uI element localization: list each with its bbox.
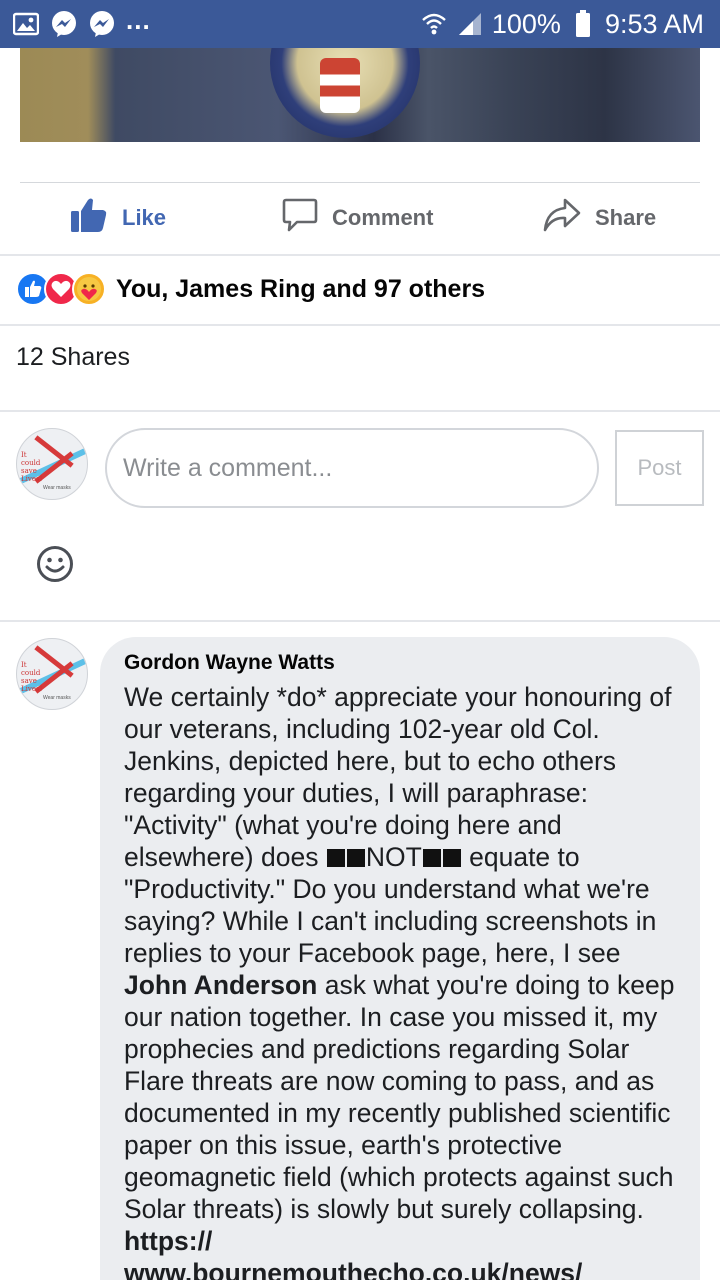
divider xyxy=(0,410,720,412)
avatar[interactable]: It could save Lives! Wear masks xyxy=(16,428,88,500)
comment-button[interactable]: Comment xyxy=(282,197,433,239)
divider xyxy=(0,254,720,256)
share-arrow-icon xyxy=(543,198,581,238)
comment-bubble-icon xyxy=(282,197,318,239)
like-label: Like xyxy=(122,205,167,230)
comment-body: We certainly *do* appreciate your honour… xyxy=(124,681,678,1280)
more-notifications-indicator: ... xyxy=(126,4,151,35)
redaction-block xyxy=(442,849,461,867)
gallery-notification-icon xyxy=(12,10,40,38)
flag-shield-graphic xyxy=(320,58,360,113)
divider xyxy=(20,182,700,183)
battery-percent: 100% xyxy=(491,8,561,39)
comment-input-placeholder: Write a comment... xyxy=(123,453,333,482)
redaction-block xyxy=(326,849,345,867)
thumbs-up-icon xyxy=(70,197,108,239)
emphasis-not: NOT xyxy=(365,842,422,872)
divider xyxy=(0,324,720,326)
wifi-icon xyxy=(420,10,448,38)
avatar-caption: It could save Lives! xyxy=(21,661,43,693)
redaction-block xyxy=(346,849,365,867)
status-bar: ... 100% 9:53 AM xyxy=(0,0,720,48)
messenger-notification-icon xyxy=(50,10,78,38)
cell-signal-icon xyxy=(456,10,484,38)
emoji-icon[interactable] xyxy=(36,545,74,583)
shares-count[interactable]: 12 Shares xyxy=(16,343,130,372)
share-label: Share xyxy=(595,205,657,230)
comment-link[interactable]: https:// www.bournemouthecho.co.uk/news/ xyxy=(124,1226,582,1280)
comment-label: Comment xyxy=(332,205,434,230)
post-action-bar: Like Comment Share xyxy=(0,184,720,252)
reactions-summary[interactable]: You, James Ring and 97 others xyxy=(16,272,485,306)
comment-input[interactable]: Write a comment... xyxy=(105,428,599,508)
comment-bubble: Gordon Wayne Watts We certainly *do* app… xyxy=(100,637,700,1280)
post-button[interactable]: Post xyxy=(615,430,704,506)
clock: 9:53 AM xyxy=(604,8,704,39)
commenter-avatar[interactable]: It could save Lives! Wear masks xyxy=(16,638,88,710)
battery-icon xyxy=(569,10,597,38)
comment-author[interactable]: Gordon Wayne Watts xyxy=(124,651,678,675)
share-button[interactable]: Share xyxy=(543,198,656,238)
like-button[interactable]: Like xyxy=(70,197,166,239)
avatar-caption: It could save Lives! xyxy=(21,451,43,483)
messenger-notification-icon xyxy=(88,10,116,38)
mentioned-user[interactable]: John Anderson xyxy=(124,970,317,1000)
redaction-block xyxy=(422,849,441,867)
reaction-names: You, James Ring and 97 others xyxy=(116,274,486,303)
care-reaction-icon xyxy=(72,272,106,306)
divider xyxy=(0,620,720,622)
post-photo[interactable] xyxy=(20,48,700,142)
